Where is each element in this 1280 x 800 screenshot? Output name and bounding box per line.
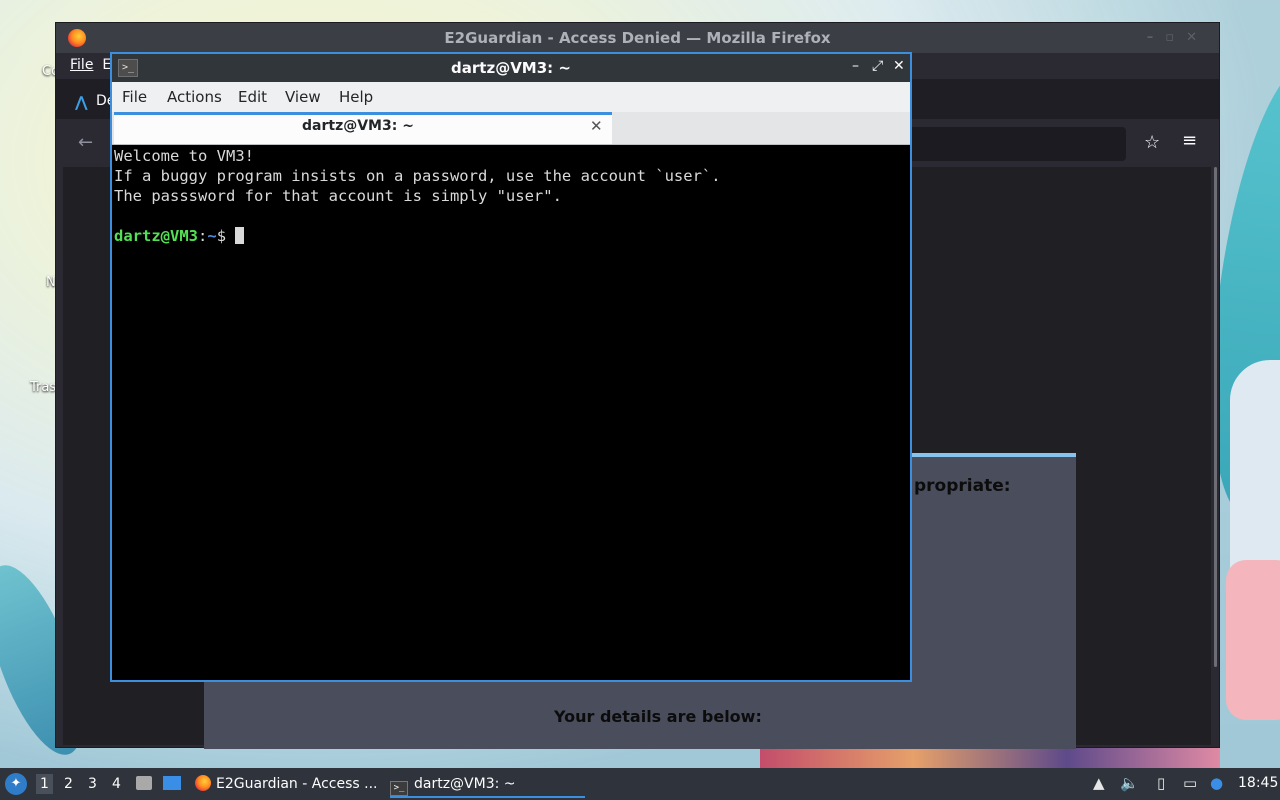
terminal-line: If a buggy program insists on a password…	[114, 167, 721, 185]
terminal-prompt[interactable]: dartz@VM3:~$	[114, 226, 910, 246]
show-desktop-icon[interactable]	[163, 776, 181, 790]
clipboard-icon[interactable]: ▯	[1157, 774, 1165, 792]
prompt-symbol: $	[216, 227, 236, 245]
details-heading: Your details are below:	[554, 707, 762, 726]
terminal-line: The passsword for that account is simply…	[114, 187, 562, 205]
terminal-output[interactable]: Welcome to VM3! If a buggy program insist…	[114, 146, 910, 246]
tray-updates-icon[interactable]: ▲	[1093, 774, 1105, 792]
prompt-path: ~	[207, 227, 217, 245]
workspace-1[interactable]: 1	[36, 774, 53, 794]
menu-actions[interactable]: Actions	[167, 88, 222, 106]
tab-close-icon[interactable]: ✕	[590, 117, 603, 135]
clock[interactable]: 18:45	[1238, 775, 1278, 791]
terminal-icon: >_	[390, 781, 408, 796]
tab-favicon-icon: ⋀	[75, 93, 88, 111]
terminal-window: >_ dartz@VM3: ~ – ⤢ ✕ File Actions Edit …	[110, 52, 912, 682]
notification-icon[interactable]: ●	[1210, 774, 1223, 792]
menu-file[interactable]: File	[122, 88, 147, 106]
page-text: propriate:	[914, 476, 1011, 496]
workspace-3[interactable]: 3	[88, 776, 97, 792]
taskbar: ✦ 1 2 3 4 E2Guardian - Access ... >_ dart…	[0, 768, 1280, 800]
volume-icon[interactable]: 🔈	[1120, 774, 1139, 792]
task-label: E2Guardian - Access ...	[216, 776, 378, 792]
task-label: dartz@VM3: ~	[414, 776, 516, 792]
text-cursor	[235, 227, 245, 244]
menu-view[interactable]: View	[285, 88, 321, 106]
hamburger-menu-icon[interactable]: ≡	[1182, 130, 1197, 151]
prompt-separator: :	[198, 227, 208, 245]
app-launcher-icon[interactable]: ✦	[5, 773, 27, 795]
terminal-menubar	[112, 82, 910, 112]
firefox-window-title: E2Guardian - Access Denied — Mozilla Fir…	[444, 29, 831, 47]
terminal-window-title: dartz@VM3: ~	[451, 59, 571, 77]
task-firefox[interactable]: E2Guardian - Access ...	[195, 772, 377, 796]
menu-help[interactable]: Help	[339, 88, 373, 106]
firefox-titlebar[interactable]: E2Guardian - Access Denied — Mozilla Fir…	[56, 23, 1219, 53]
workspace-2[interactable]: 2	[64, 776, 73, 792]
maximize-icon[interactable]: ⤢	[872, 58, 883, 74]
wallpaper-art	[1226, 560, 1280, 720]
firefox-menu-file[interactable]: File E	[70, 57, 111, 73]
network-icon[interactable]: ▭	[1183, 774, 1197, 792]
minimize-icon[interactable]: –	[852, 58, 859, 74]
window-controls[interactable]: –▫✕	[1147, 23, 1209, 53]
firefox-icon	[68, 29, 86, 47]
bookmark-star-icon[interactable]: ☆	[1144, 132, 1160, 153]
page-scrollbar[interactable]	[1214, 167, 1217, 667]
prompt-user: dartz@VM3	[114, 227, 198, 245]
file-manager-icon[interactable]	[136, 776, 152, 790]
terminal-line: Welcome to VM3!	[114, 147, 254, 165]
workspace-4[interactable]: 4	[112, 776, 121, 792]
firefox-icon	[195, 775, 211, 791]
task-terminal[interactable]: >_ dartz@VM3: ~	[390, 772, 585, 798]
close-icon[interactable]: ✕	[893, 58, 905, 74]
terminal-tab-label: dartz@VM3: ~	[302, 118, 414, 134]
back-arrow-icon[interactable]: ←	[78, 132, 93, 153]
menu-edit[interactable]: Edit	[238, 88, 267, 106]
terminal-titlebar[interactable]: >_ dartz@VM3: ~ – ⤢ ✕	[112, 54, 910, 82]
